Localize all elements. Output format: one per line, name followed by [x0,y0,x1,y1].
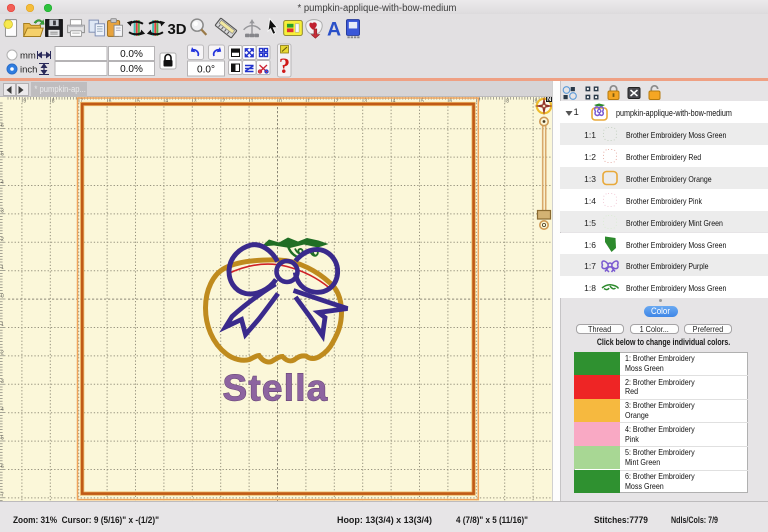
svg-text:4: 4 [1,407,4,413]
svg-text:A: A [327,18,341,40]
svg-text:6: 6 [1,123,4,129]
svg-text:2: 2 [1,237,4,243]
svg-text:0.0%: 0.0% [120,49,143,60]
svg-text:1: 1 [1,265,4,271]
svg-text:8: 8 [52,99,55,105]
svg-text:3: 3 [1,208,4,214]
svg-text:0.0°: 0.0° [197,64,215,75]
svg-text:5: 5 [1,436,4,442]
svg-text:inch: inch [20,64,37,75]
svg-text:4: 4 [1,180,4,186]
svg-text:3: 3 [1,379,4,385]
svg-text:2: 2 [1,350,4,356]
svg-text:Stella: Stella [223,368,329,409]
svg-text:0: 0 [1,294,4,300]
svg-text:9: 9 [23,99,26,105]
svg-text:5: 5 [1,152,4,158]
svg-text:0.0%: 0.0% [120,64,143,75]
svg-text:6: 6 [1,464,4,470]
svg-text:?: ? [279,53,290,78]
svg-text:3D: 3D [167,22,186,38]
svg-text:1: 1 [1,322,4,328]
svg-text:8: 8 [506,99,509,105]
svg-text:mm: mm [20,50,36,61]
svg-text:7: 7 [1,492,4,498]
svg-text:N: N [547,97,551,103]
